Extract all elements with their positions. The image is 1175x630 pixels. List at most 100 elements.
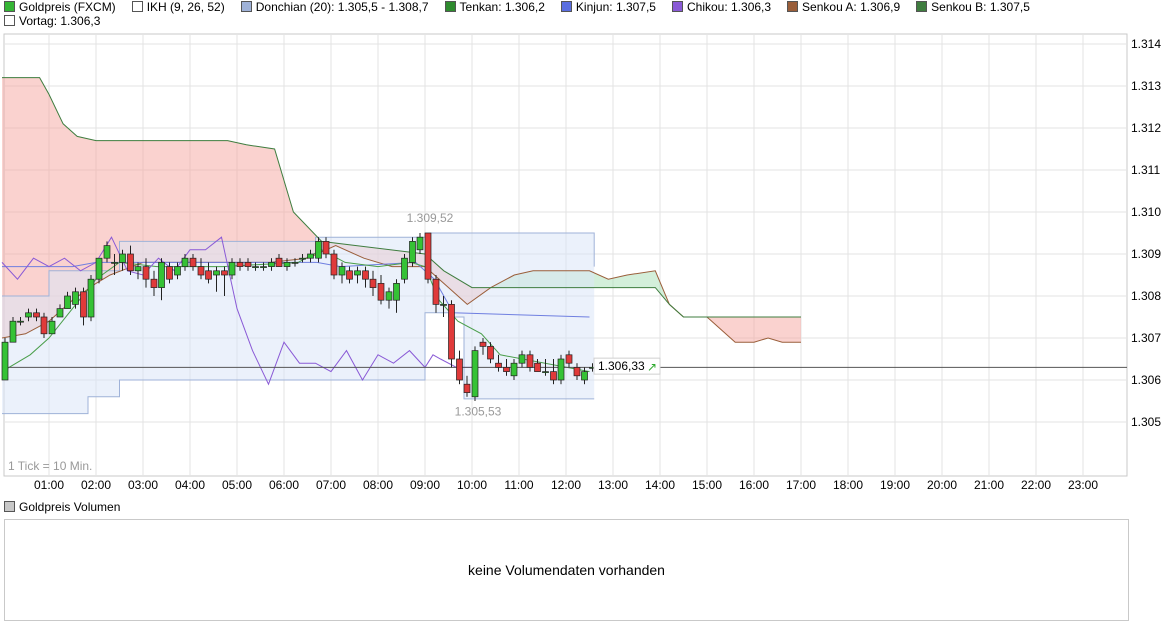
candle-body — [275, 257, 283, 267]
legend-item: Kinjun: 1.307,5 — [560, 0, 656, 14]
legend-item: Chikou: 1.306,3 — [671, 0, 771, 14]
volume-swatch — [4, 501, 15, 512]
candle-body — [72, 291, 79, 305]
low-label: 1.305,53 — [455, 405, 502, 419]
candle-body — [526, 354, 534, 368]
x-tick-label: 07:00 — [316, 478, 346, 492]
x-tick-label: 03:00 — [128, 478, 158, 492]
candle-body — [573, 367, 581, 377]
x-tick-label: 14:00 — [645, 478, 675, 492]
x-tick-label: 15:00 — [692, 478, 722, 492]
trend-up-icon: ↗ — [647, 360, 657, 374]
candle-body — [291, 262, 299, 264]
legend-label: IKH (9, 26, 52) — [146, 0, 225, 14]
last-value-label: 1.306,33 — [598, 359, 645, 373]
candle-body — [213, 270, 220, 276]
candle-body — [393, 283, 400, 301]
legend-item: Tenkan: 1.306,2 — [444, 0, 545, 14]
volume-panel: keine Volumendaten vorhanden — [4, 519, 1129, 621]
x-tick-label: 08:00 — [363, 478, 393, 492]
x-tick-label: 20:00 — [927, 478, 957, 492]
candle-body — [581, 371, 588, 381]
legend-label: Goldpreis (FXCM) — [19, 0, 116, 14]
candle-body — [354, 270, 361, 276]
legend-swatch — [916, 1, 928, 12]
x-tick-label: 04:00 — [175, 478, 205, 492]
candle-body — [1, 341, 9, 381]
x-tick-label: 13:00 — [598, 478, 628, 492]
candle-body — [330, 253, 338, 276]
candle-body — [510, 362, 518, 377]
candle-body — [189, 257, 197, 267]
legend-label: Senkou A: 1.306,9 — [802, 0, 901, 14]
candle-body — [228, 262, 236, 276]
candle-body — [550, 371, 557, 381]
legend-swatch — [4, 1, 15, 12]
candle-body — [518, 354, 526, 364]
candle-body — [166, 266, 173, 280]
candle-body — [111, 262, 118, 264]
candle-body — [534, 362, 541, 372]
candle-body — [440, 304, 447, 306]
volume-legend: Goldpreis Volumen — [4, 500, 120, 514]
vortag-label: Vortag: 1.306,3 — [19, 14, 101, 28]
candle-body — [377, 283, 385, 301]
legend-swatch — [787, 1, 799, 12]
y-tick-label: 1.312 — [1131, 121, 1161, 135]
x-tick-label: 17:00 — [786, 478, 816, 492]
y-tick-label: 1.314 — [1131, 37, 1161, 51]
price-chart: 1.314 1.313 1.312 1.311 1.310 1.309 1.308 1.307… — [1, 33, 1161, 492]
candle-body — [503, 367, 510, 372]
candle-body — [119, 253, 126, 263]
x-tick-label: 10:00 — [457, 478, 487, 492]
x-tick-label: 05:00 — [222, 478, 252, 492]
legend-swatch — [240, 1, 252, 12]
candle-body — [565, 354, 573, 364]
candle-body — [134, 266, 142, 272]
x-tick-label: 16:00 — [739, 478, 769, 492]
x-tick-label: 09:00 — [410, 478, 440, 492]
x-tick-label: 11:00 — [504, 478, 533, 492]
candle-body — [158, 262, 165, 288]
legend-swatch — [131, 1, 143, 12]
candle-body — [87, 278, 95, 318]
candle-body — [260, 266, 267, 268]
candle-body — [17, 320, 24, 323]
y-tick-label: 1.307 — [1131, 331, 1161, 345]
candle-body — [463, 383, 471, 393]
candle-body — [268, 262, 275, 267]
x-tick-label: 21:00 — [974, 478, 1004, 492]
legend-vortag: Vortag: 1.306,3 — [4, 14, 100, 28]
candle-body — [448, 304, 455, 360]
candle-body — [432, 278, 440, 305]
legend-swatch — [671, 1, 683, 12]
candle-body — [487, 346, 494, 360]
y-tick-label: 1.308 — [1131, 289, 1161, 303]
legend-item: Donchian (20): 1.305,5 - 1.308,7 — [240, 0, 429, 14]
candle-body — [236, 262, 244, 267]
legend-item: Senkou B: 1.307,5 — [916, 0, 1030, 14]
legend-item: Senkou A: 1.306,9 — [787, 0, 900, 14]
candle-body — [33, 312, 40, 318]
candle-body — [362, 270, 369, 280]
candle-body — [181, 257, 189, 267]
candle-body — [557, 358, 565, 381]
candle-body — [221, 270, 228, 276]
candle-body — [307, 253, 314, 259]
x-tick-label: 12:00 — [551, 478, 581, 492]
candle-body — [471, 350, 479, 398]
y-tick-label: 1.310 — [1131, 205, 1161, 219]
candle-body — [409, 241, 416, 263]
candle-body — [80, 291, 87, 318]
candle-body — [322, 241, 330, 255]
candle-body — [25, 312, 32, 318]
y-tick-label: 1.313 — [1131, 79, 1161, 93]
tick-note: 1 Tick = 10 Min. — [8, 459, 92, 473]
x-tick-label: 18:00 — [833, 478, 863, 492]
y-tick-label: 1.305 — [1131, 415, 1161, 429]
candle-body — [369, 278, 377, 288]
vortag-swatch — [4, 15, 15, 26]
candle-body — [401, 257, 408, 280]
candle-body — [315, 241, 322, 259]
candle-body — [299, 257, 306, 260]
